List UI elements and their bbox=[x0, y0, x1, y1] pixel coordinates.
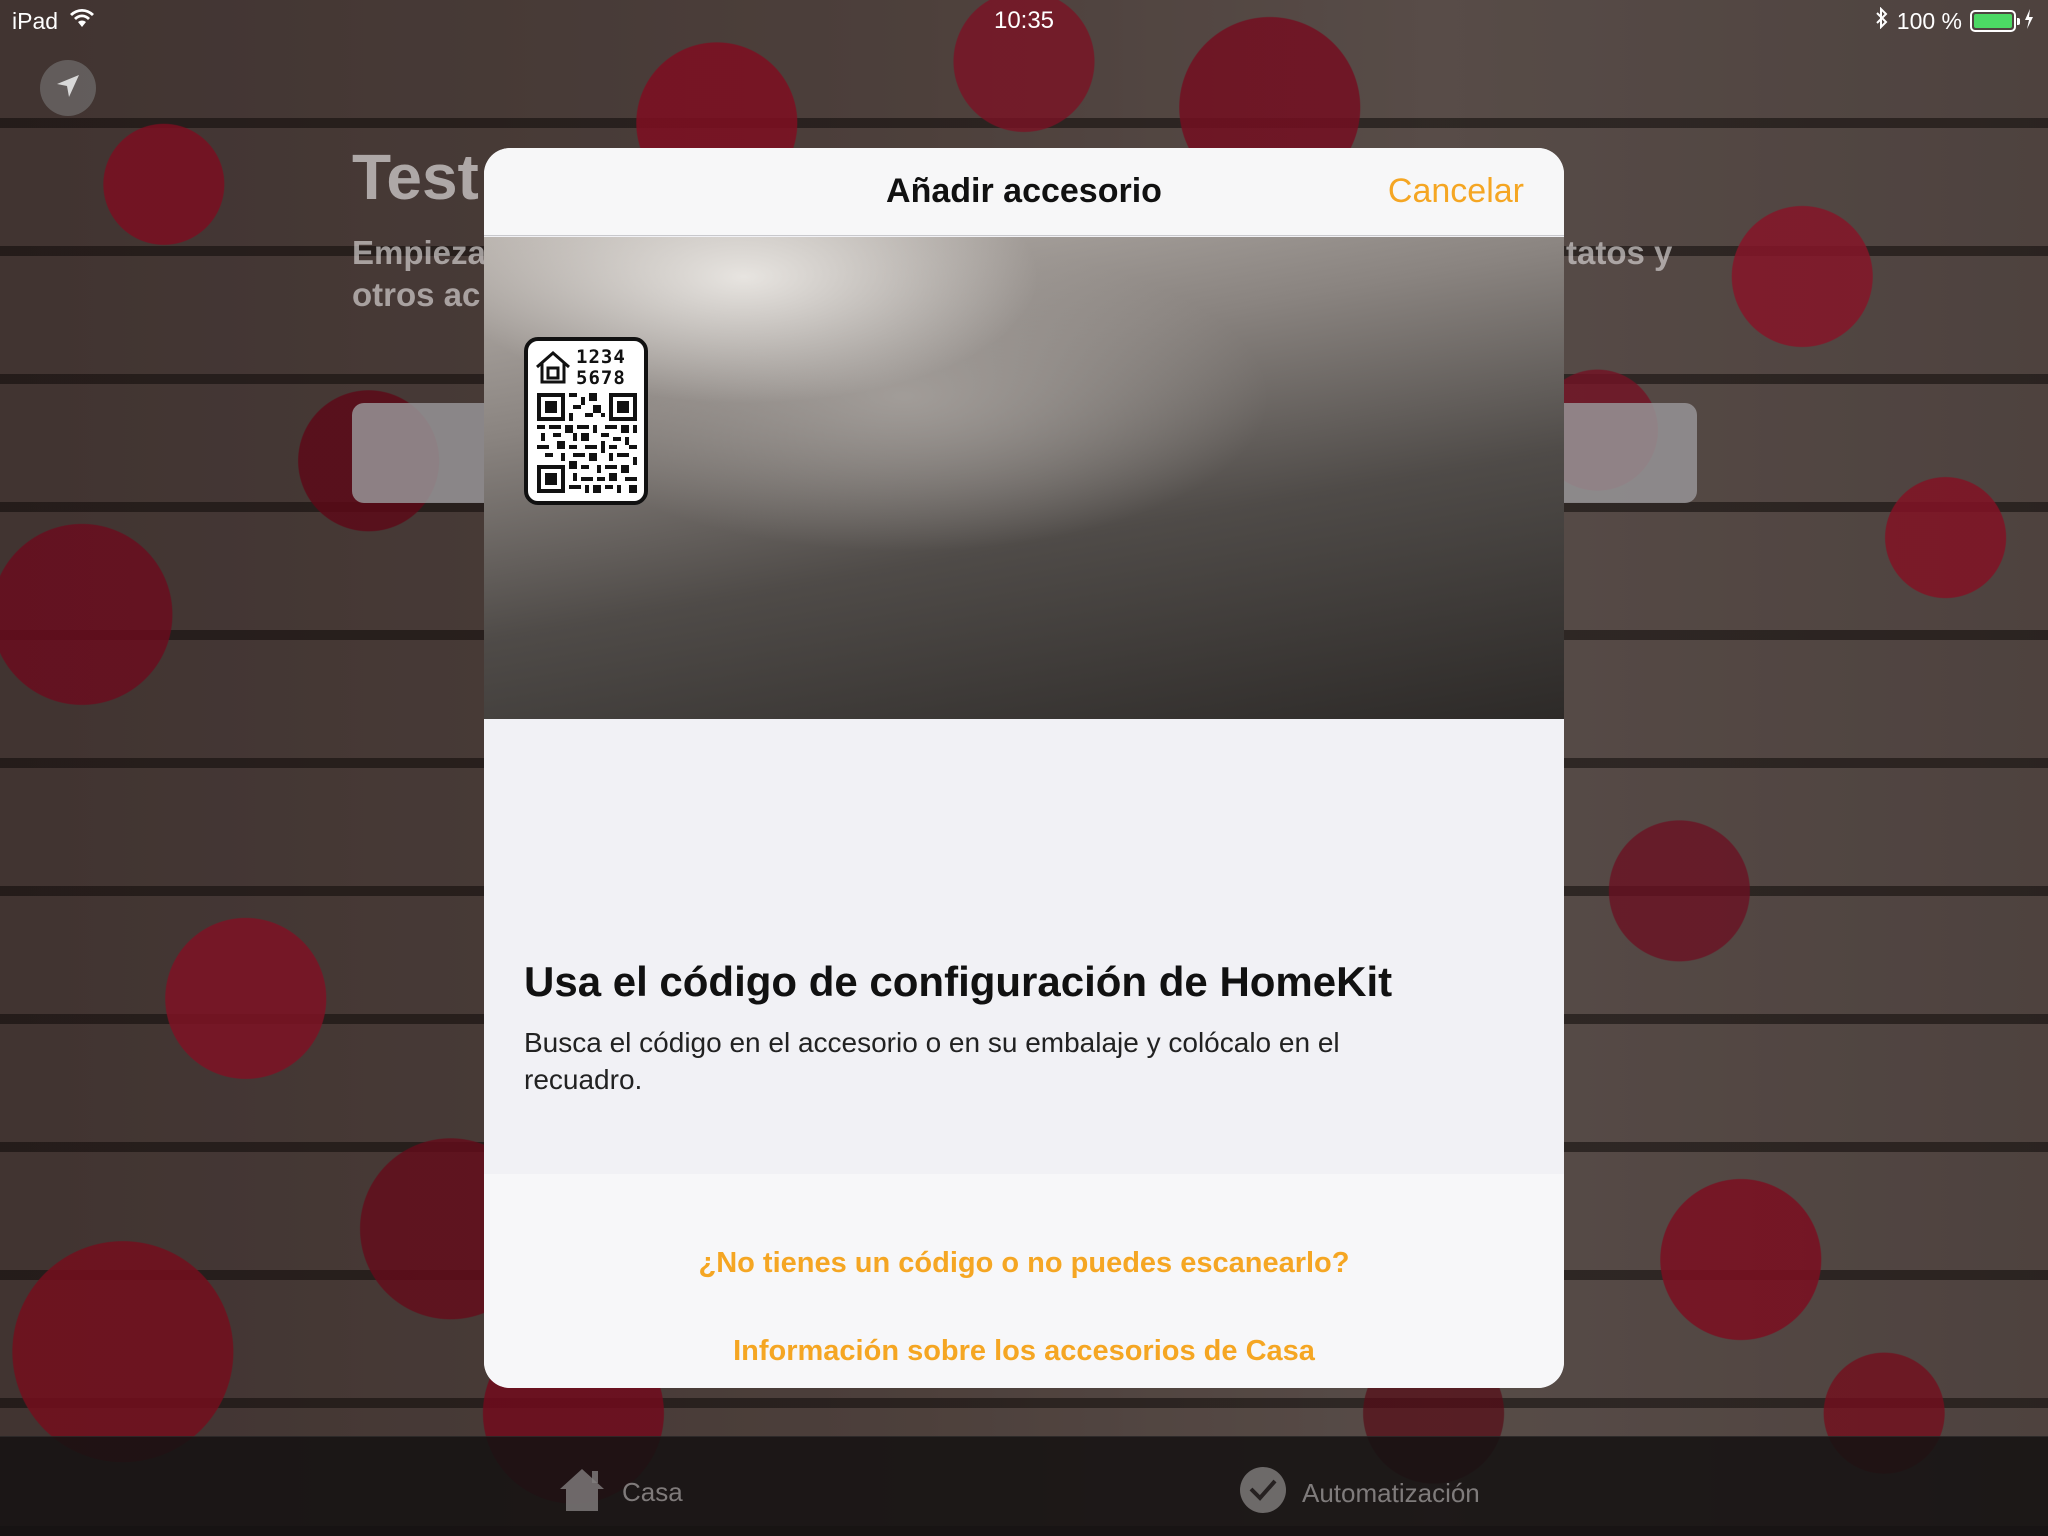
status-right: 100 % bbox=[1875, 6, 2034, 35]
code-digits-line1: 1234 bbox=[576, 346, 626, 368]
status-time: 10:35 bbox=[993, 7, 1055, 34]
modal-header: Añadir accesorio Cancelar bbox=[484, 148, 1564, 236]
homekit-code-digits: 1234 5678 bbox=[576, 347, 626, 389]
tab-bar: Casa Automatización bbox=[0, 1436, 2048, 1536]
homekit-code-illustration: 1234 5678 bbox=[524, 337, 648, 505]
home-accessories-info-link[interactable]: Información sobre los accesorios de Casa bbox=[484, 1335, 1564, 1368]
battery-icon bbox=[1970, 10, 2020, 32]
qr-code-icon bbox=[537, 393, 637, 498]
homekit-heading: Usa el código de configuración de HomeKi… bbox=[524, 958, 1393, 1005]
location-arrow-icon bbox=[53, 71, 83, 106]
cancel-button[interactable]: Cancelar bbox=[1388, 172, 1524, 211]
tab-home[interactable]: Casa bbox=[556, 1465, 683, 1520]
help-links-area: ¿No tienes un código o no puedes escanea… bbox=[484, 1174, 1564, 1388]
house-icon bbox=[556, 1465, 608, 1520]
tab-automation[interactable]: Automatización bbox=[1238, 1465, 1480, 1522]
status-bar: iPad 10:35 100 % bbox=[0, 0, 2048, 40]
code-digits-line2: 5678 bbox=[576, 367, 626, 389]
battery-percent: 100 % bbox=[1896, 7, 1962, 34]
homekit-instructions: Busca el código en el accesorio o en su … bbox=[524, 1027, 1340, 1095]
battery-fill bbox=[1974, 14, 2012, 28]
tab-home-label: Casa bbox=[622, 1477, 683, 1507]
homekit-house-icon bbox=[534, 349, 572, 390]
location-button[interactable] bbox=[40, 60, 96, 116]
tab-automation-label: Automatización bbox=[1302, 1478, 1480, 1508]
clock-check-icon bbox=[1238, 1465, 1288, 1522]
add-accessory-modal: Añadir accesorio Cancelar 1234 5678 Usa … bbox=[484, 148, 1564, 1388]
charging-icon bbox=[2024, 8, 2034, 35]
bluetooth-icon bbox=[1875, 6, 1889, 35]
background-subtitle-right: tatos y bbox=[1566, 234, 1673, 271]
background-page-title: Test bbox=[352, 141, 479, 213]
no-code-link[interactable]: ¿No tienes un código o no puedes escanea… bbox=[484, 1247, 1564, 1280]
